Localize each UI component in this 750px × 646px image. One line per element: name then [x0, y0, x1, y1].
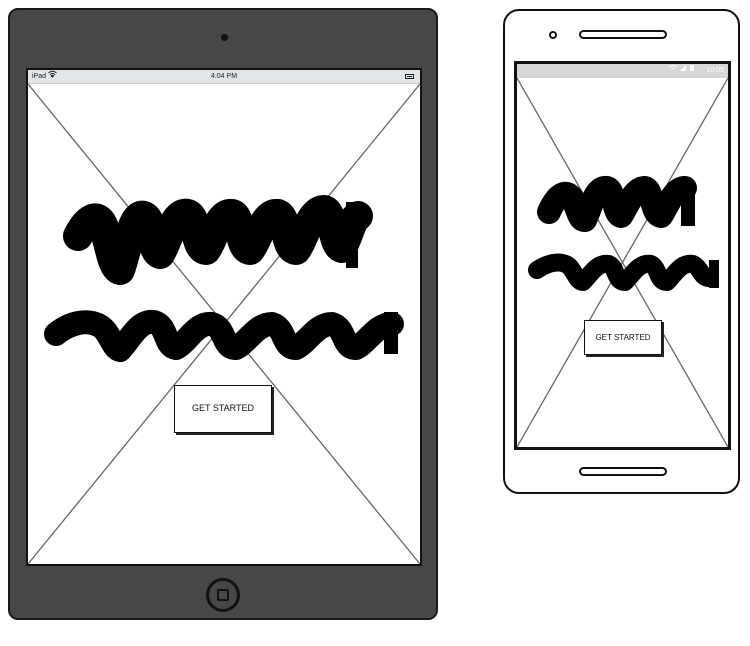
camera-icon — [221, 34, 228, 41]
home-button[interactable] — [206, 578, 240, 612]
home-square-icon — [217, 589, 229, 601]
speaker-icon — [579, 30, 667, 39]
scribble-headline — [63, 195, 373, 285]
camera-icon — [549, 31, 557, 39]
android-device-frame: 10:05 GET STARTED — [503, 9, 740, 494]
scribble-edge — [681, 182, 695, 226]
redacted-text-scribble — [44, 195, 404, 362]
scribble-subline — [528, 253, 718, 291]
scribble-headline — [537, 176, 697, 232]
scribble-edge — [709, 260, 719, 288]
redacted-text-scribble — [528, 176, 719, 291]
android-bottom-bar — [579, 467, 667, 476]
scribble-subline — [44, 310, 404, 362]
scribble-edge — [384, 312, 398, 354]
ipad-screen: iPad 4:04 PM GET STARTED — [26, 68, 422, 566]
ipad-device-frame: iPad 4:04 PM GET STARTED — [8, 8, 438, 620]
get-started-button[interactable]: GET STARTED — [174, 385, 272, 433]
android-screen: 10:05 GET STARTED — [514, 61, 731, 450]
scribble-edge — [346, 202, 358, 268]
get-started-button[interactable]: GET STARTED — [584, 320, 662, 355]
